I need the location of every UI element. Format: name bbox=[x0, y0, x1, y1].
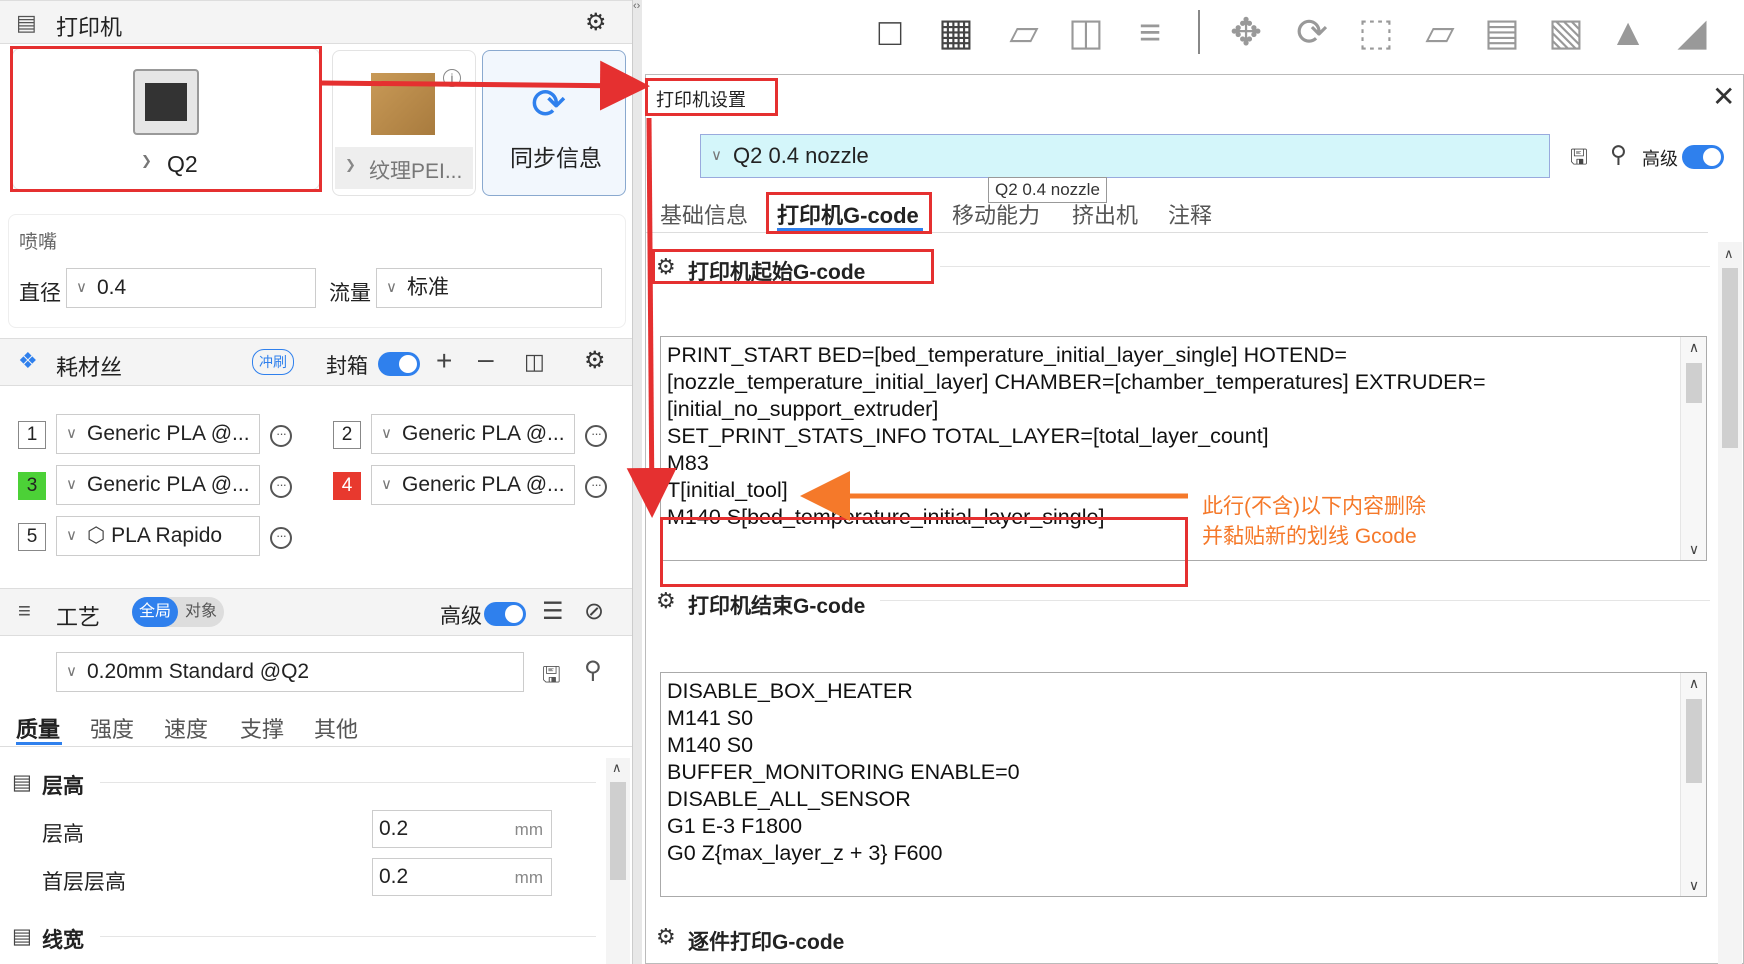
annotation-text-line2: 并黏贴新的划线 Gcode bbox=[1202, 525, 1417, 548]
annotation-text-line1: 此行(不含)以下内容删除 bbox=[1202, 495, 1426, 518]
annotation-arrow-right bbox=[321, 60, 650, 111]
annotation-arrows bbox=[321, 60, 1188, 521]
annotation-arrow-down bbox=[626, 117, 677, 518]
